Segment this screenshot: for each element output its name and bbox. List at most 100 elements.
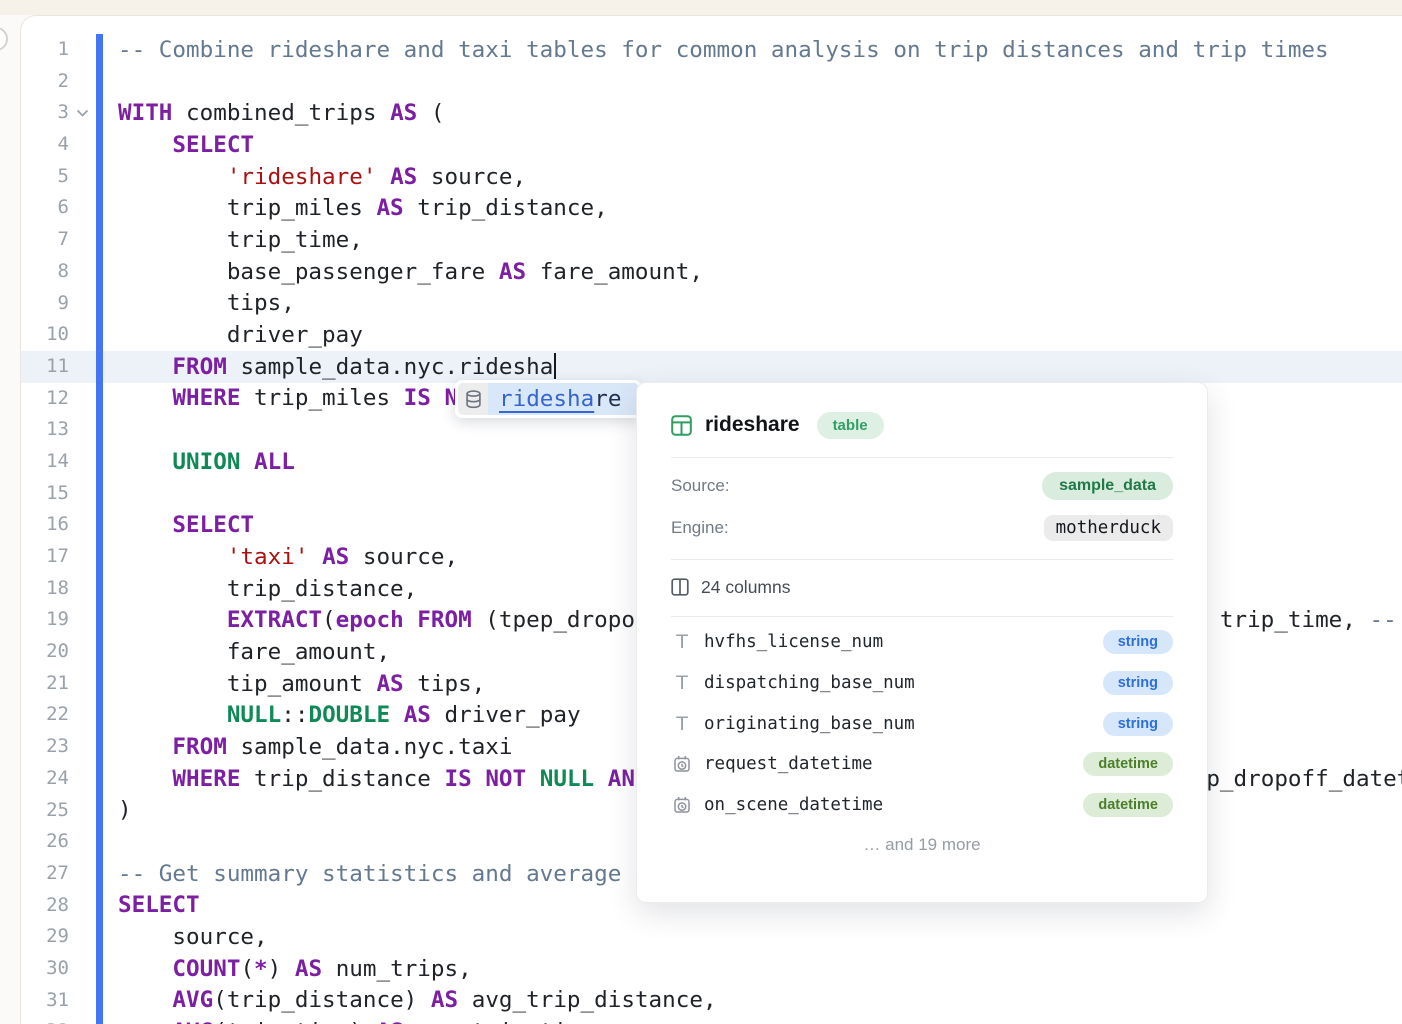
code-line[interactable]: 32 AVG(trip_time) AS avg_trip_time, [21, 1016, 1402, 1024]
line-number: 31 [21, 985, 69, 1017]
panel-left-margin [0, 15, 20, 1024]
code-text: SELECT [118, 512, 254, 538]
text-cursor [554, 353, 556, 379]
calendar-clock-icon [671, 796, 693, 814]
code-text: trip_time, [118, 227, 363, 253]
code-text: ) [118, 797, 132, 823]
line-number: 29 [21, 921, 69, 953]
code-text: COUNT(*) AS num_trips, [118, 956, 472, 982]
column-row: request_datetime datetime [671, 744, 1173, 785]
code-text: 'taxi' AS source, [118, 544, 458, 570]
column-name: request_datetime [704, 754, 873, 774]
columns-count: 24 columns [701, 577, 791, 598]
autocomplete-dropdown[interactable]: rideshare [455, 380, 641, 418]
code-line[interactable]: 2 [21, 66, 1402, 98]
code-text: AVG(trip_time) AS avg_trip_time, [118, 1019, 608, 1024]
code-text: NULL::DOUBLE AS driver_pay [118, 702, 581, 728]
column-type-badge: string [1103, 712, 1173, 736]
code-line[interactable]: 3WITH combined_trips AS ( [21, 97, 1402, 129]
column-name: originating_base_num [704, 714, 915, 734]
divider [671, 616, 1173, 617]
code-line[interactable]: 6 trip_miles AS trip_distance, [21, 192, 1402, 224]
column-name: dispatching_base_num [704, 673, 915, 693]
database-icon [458, 383, 488, 415]
table-icon [671, 415, 692, 436]
line-number: 32 [21, 1016, 69, 1024]
code-text: AVG(trip_distance) AS avg_trip_distance, [118, 987, 717, 1013]
columns-icon [671, 578, 689, 596]
line-number: 26 [21, 826, 69, 858]
code-text: trip_distance, [118, 576, 417, 602]
code-line[interactable]: 31 AVG(trip_distance) AS avg_trip_distan… [21, 985, 1402, 1017]
line-number: 17 [21, 541, 69, 573]
column-name: hvfhs_license_num [704, 632, 883, 652]
code-line[interactable]: 1 -- Combine rideshare and taxi tables fo… [21, 34, 1402, 66]
line-number: 10 [21, 319, 69, 351]
code-line[interactable]: 5 'rideshare' AS source, [21, 161, 1402, 193]
line-number: 15 [21, 478, 69, 510]
column-row: Tdispatching_base_num string [671, 663, 1173, 704]
autocomplete-completion-text: re [594, 386, 621, 412]
code-text: trip_miles AS trip_distance, [118, 195, 608, 221]
column-type-badge: datetime [1083, 752, 1173, 776]
text-type-icon: T [671, 672, 693, 694]
column-list: Thvfhs_license_numstringTdispatching_bas… [671, 622, 1173, 825]
code-text: fare_amount, [118, 639, 390, 665]
code-line[interactable]: 4 SELECT [21, 129, 1402, 161]
line-number: 18 [21, 573, 69, 605]
line-number: 25 [21, 795, 69, 827]
fold-chevron-icon[interactable] [69, 109, 96, 117]
code-line[interactable]: 30 COUNT(*) AS num_trips, [21, 953, 1402, 985]
line-number: 7 [21, 224, 69, 256]
column-row: Thvfhs_license_numstring [671, 622, 1173, 663]
app-background-strip [0, 0, 1402, 15]
code-text: FROM sample_data.nyc.taxi [118, 734, 513, 760]
code-line[interactable]: 7 trip_time, [21, 224, 1402, 256]
engine-label: Engine: [671, 518, 729, 538]
column-type-badge: string [1103, 671, 1173, 695]
code-text: tip_amount AS tips, [118, 671, 485, 697]
code-text: -- Combine rideshare and taxi tables for… [118, 37, 1329, 63]
line-number: 8 [21, 256, 69, 288]
line-number: 16 [21, 509, 69, 541]
line-number: 2 [21, 66, 69, 98]
autocomplete-item-rideshare[interactable]: rideshare [488, 383, 638, 415]
more-columns-text: … and 19 more [671, 835, 1173, 855]
code-text: base_passenger_fare AS fare_amount, [118, 259, 703, 285]
line-number: 12 [21, 383, 69, 415]
table-kind-badge: table [817, 412, 884, 439]
code-text: driver_pay [118, 322, 363, 348]
line-number: 21 [21, 668, 69, 700]
autocomplete-matched-text: ridesha [499, 386, 594, 412]
code-text: WITH combined_trips AS ( [118, 100, 445, 126]
divider [671, 559, 1173, 560]
column-row: on_scene_datetimedatetime [671, 785, 1173, 826]
column-row: Toriginating_base_numstring [671, 703, 1173, 744]
code-text: FROM sample_data.nyc.ridesha [118, 353, 556, 380]
column-type-badge: datetime [1083, 793, 1173, 817]
line-number: 20 [21, 636, 69, 668]
code-line[interactable]: 8 base_passenger_fare AS fare_amount, [21, 256, 1402, 288]
text-type-icon: T [671, 631, 693, 653]
table-info-popup: rideshare table Source: sample_data Engi… [636, 382, 1208, 903]
line-number: 1 [21, 34, 69, 66]
line-number: 13 [21, 414, 69, 446]
changed-lines-gutter-bar [96, 34, 103, 1024]
code-text: UNION ALL [118, 449, 295, 475]
line-number: 4 [21, 129, 69, 161]
code-text: SELECT [118, 132, 254, 158]
line-number: 24 [21, 763, 69, 795]
code-line[interactable]: 9 tips, [21, 288, 1402, 320]
line-number: 23 [21, 731, 69, 763]
line-number: 30 [21, 953, 69, 985]
line-number: 22 [21, 699, 69, 731]
code-line[interactable]: 29 source, [21, 921, 1402, 953]
popup-table-name: rideshare [705, 413, 800, 437]
code-text: source, [118, 924, 268, 950]
active-code-line[interactable]: 11 FROM sample_data.nyc.ridesha [21, 351, 1402, 383]
code-text: SELECT [118, 892, 200, 918]
line-number: 19 [21, 604, 69, 636]
code-line[interactable]: 10 driver_pay [21, 319, 1402, 351]
code-text: 'rideshare' AS source, [118, 164, 526, 190]
divider [671, 457, 1173, 458]
